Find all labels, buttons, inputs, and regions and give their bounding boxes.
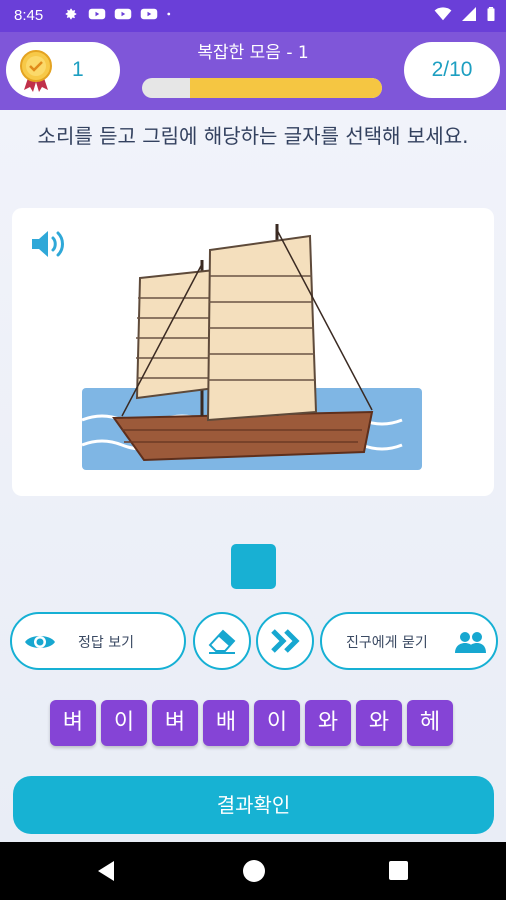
check-result-button[interactable]: 결과확인 xyxy=(13,776,494,834)
question-counter: 2/10 xyxy=(404,42,500,98)
eraser-button[interactable] xyxy=(193,612,251,670)
youtube-icon xyxy=(114,8,132,20)
battery-icon xyxy=(487,7,495,21)
speaker-icon[interactable] xyxy=(30,228,68,260)
medal-icon xyxy=(20,50,52,92)
system-nav-bar xyxy=(0,842,506,900)
content-area: 소리를 듣고 그림에 해당하는 글자를 선택해 보세요. 정답 보기 진구에게 … xyxy=(0,110,506,842)
youtube-icon xyxy=(88,8,106,20)
recent-apps-icon[interactable] xyxy=(389,861,408,880)
dot-icon xyxy=(167,12,171,16)
youtube-icon xyxy=(140,8,158,20)
show-answer-button[interactable]: 정답 보기 xyxy=(10,612,186,670)
back-icon[interactable] xyxy=(96,860,118,882)
header: 1 복잡한 모음 - 1 2/10 xyxy=(0,32,506,110)
letter-tile[interactable]: 벼 xyxy=(152,700,198,746)
letter-tile[interactable]: 헤 xyxy=(407,700,453,746)
sailing-ship-image xyxy=(82,224,422,470)
eye-icon xyxy=(25,636,55,648)
score-badge: 1 xyxy=(6,42,120,98)
progress-bar xyxy=(142,78,382,98)
settings-icon xyxy=(65,8,77,20)
letter-tile[interactable]: 이 xyxy=(254,700,300,746)
level-title: 복잡한 모음 - 1 xyxy=(197,43,309,63)
letter-tile[interactable]: 와 xyxy=(305,700,351,746)
ask-friend-label: 진구에게 묻기 xyxy=(346,635,428,651)
status-notification-icons xyxy=(62,7,176,21)
letter-tile[interactable]: 배 xyxy=(203,700,249,746)
score-value: 1 xyxy=(72,58,84,81)
double-chevron-right-icon xyxy=(271,629,300,653)
letter-tile[interactable]: 이 xyxy=(101,700,147,746)
status-system-icons xyxy=(434,7,496,21)
picture-card xyxy=(12,208,494,496)
letter-tiles: 벼 이 벼 배 이 와 와 헤 xyxy=(50,700,453,746)
skip-button[interactable] xyxy=(256,612,314,670)
people-icon xyxy=(455,632,486,653)
letter-tile[interactable]: 와 xyxy=(356,700,402,746)
home-icon[interactable] xyxy=(243,860,265,882)
eraser-icon xyxy=(208,629,236,654)
show-answer-label: 정답 보기 xyxy=(78,635,134,651)
action-row: 정답 보기 진구에게 묻기 xyxy=(0,612,506,672)
status-bar: 8:45 xyxy=(0,0,506,32)
answer-slot xyxy=(231,544,276,589)
status-time: 8:45 xyxy=(14,7,44,24)
signal-icon xyxy=(462,7,476,21)
letter-tile[interactable]: 벼 xyxy=(50,700,96,746)
instruction-text: 소리를 듣고 그림에 해당하는 글자를 선택해 보세요. xyxy=(37,124,469,148)
ask-friend-button[interactable]: 진구에게 묻기 xyxy=(320,612,498,670)
wifi-icon xyxy=(434,7,452,21)
progress-fill xyxy=(190,78,382,98)
